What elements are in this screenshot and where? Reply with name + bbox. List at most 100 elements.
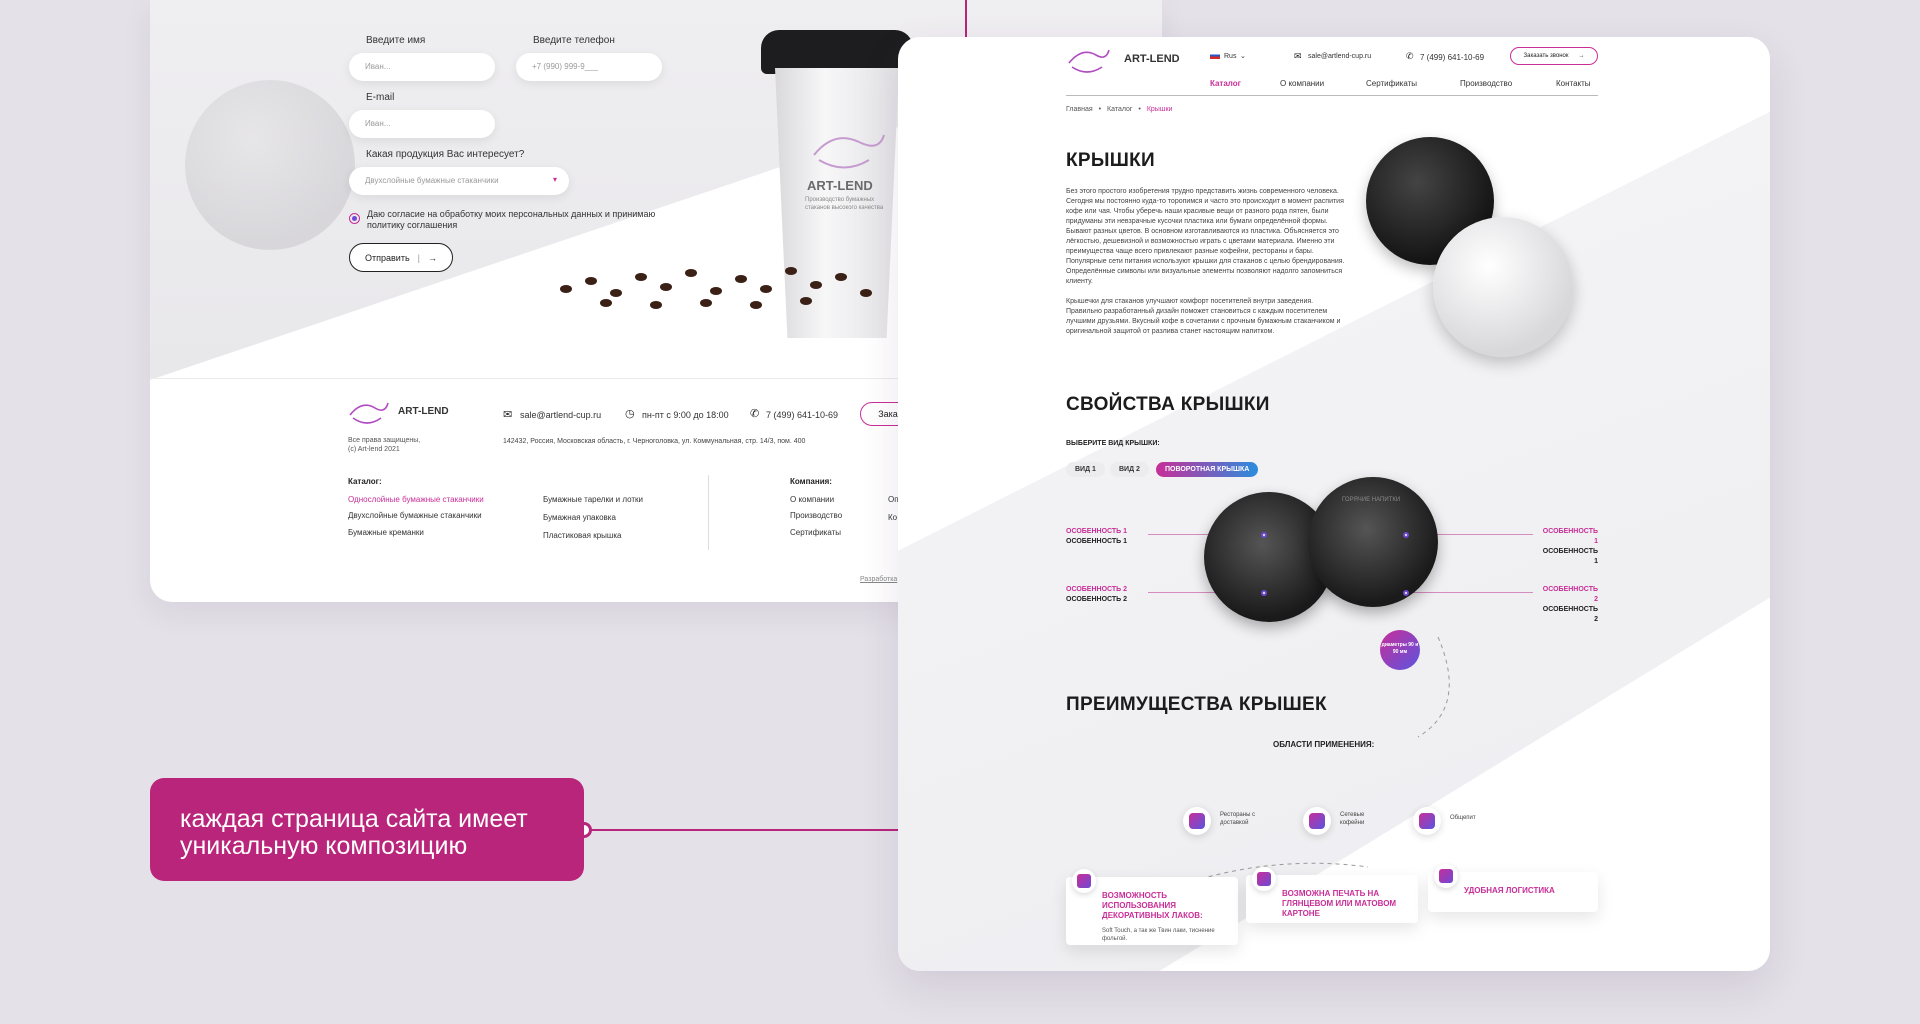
- coffee-beans-image: [490, 255, 910, 315]
- name-label: Введите имя: [366, 35, 426, 46]
- cup-lid: [761, 30, 913, 74]
- lid-text: ГОРЯЧИЕ НАПИТКИ: [1342, 497, 1401, 503]
- header-phone[interactable]: 7 (499) 641-10-69: [1420, 53, 1484, 62]
- breadcrumb-current: Крышки: [1146, 106, 1173, 113]
- header-email[interactable]: sale@artlend-cup.ru: [1308, 53, 1371, 60]
- breadcrumb: Главная • Каталог • Крышки: [1066, 106, 1172, 113]
- footer-brand: ART-LEND: [398, 406, 449, 417]
- catalog-link[interactable]: Двухслойные бумажные стаканчики: [348, 511, 482, 520]
- call-request-button[interactable]: Заказать звонок →: [1510, 47, 1598, 65]
- footer-divider-vertical: [708, 475, 709, 550]
- product-select-value: Двухслойные бумажные стаканчики: [365, 176, 499, 185]
- company-link[interactable]: О компании: [790, 495, 834, 504]
- tab-type-1[interactable]: ВИД 1: [1066, 462, 1105, 477]
- nav-production[interactable]: Производство: [1460, 79, 1512, 88]
- decorative-lid-image: [185, 80, 355, 250]
- breadcrumb-catalog[interactable]: Каталог: [1107, 106, 1132, 113]
- mail-icon: ✉: [503, 409, 513, 421]
- product-label: Какая продукция Вас интересует?: [366, 149, 525, 160]
- email-input[interactable]: Иван...: [349, 110, 495, 138]
- catalog-link[interactable]: Бумажная упаковка: [543, 513, 616, 522]
- nav-catalog[interactable]: Каталог: [1210, 79, 1241, 88]
- feature-title: ОСОБЕННОСТЬ 1: [1066, 528, 1128, 535]
- breadcrumb-home[interactable]: Главная: [1066, 106, 1093, 113]
- feature-dot: [1403, 590, 1409, 596]
- submit-label: Отправить: [365, 252, 410, 263]
- footer-address: 142432, Россия, Московская область, г. Ч…: [503, 438, 806, 445]
- feature-title: ОСОБЕННОСТЬ 1: [1542, 528, 1598, 545]
- catalog-link[interactable]: Пластиковая крышка: [543, 531, 621, 540]
- feature-title: ОСОБЕННОСТЬ 2: [1066, 586, 1128, 593]
- tab-type-2[interactable]: ВИД 2: [1110, 462, 1149, 477]
- catalog-link[interactable]: Бумажные тарелки и лотки: [543, 495, 643, 504]
- developer-link[interactable]: Разработка: [860, 576, 897, 583]
- properties-title: СВОЙСТВА КРЫШКИ: [1066, 394, 1270, 415]
- feature-dot: [1403, 532, 1409, 538]
- chevron-down-icon: ▾: [552, 175, 557, 184]
- company-link[interactable]: Производство: [790, 511, 842, 520]
- nav-certificates[interactable]: Сертификаты: [1366, 79, 1417, 88]
- phone-label: Введите телефон: [533, 35, 615, 46]
- logo-icon: [1068, 49, 1110, 73]
- cup-tagline: Производство бумажных стаканов высокого …: [805, 197, 884, 211]
- callout-caption: каждая страница сайта имеет уникальную к…: [150, 778, 584, 881]
- nav-contacts[interactable]: Контакты: [1556, 79, 1591, 88]
- advantage-title: ВОЗМОЖНА ПЕЧАТЬ НА ГЛЯНЦЕВОМ ИЛИ МАТОВОМ…: [1282, 889, 1397, 918]
- phone-icon: ✆: [750, 408, 760, 420]
- footer-rights: Все права защищены,: [348, 437, 421, 444]
- advantage-title: ВОЗМОЖНОСТЬ ИСПОЛЬЗОВАНИЯ ДЕКОРАТИВНЫХ Л…: [1102, 891, 1203, 920]
- advantage-card: ВОЗМОЖНА ПЕЧАТЬ НА ГЛЯНЦЕВОМ ИЛИ МАТОВОМ…: [1246, 867, 1418, 923]
- feature-title: ОСОБЕННОСТЬ 2: [1542, 586, 1598, 603]
- white-lid-image: [1433, 217, 1573, 357]
- catalog-link[interactable]: Однослойные бумажные стаканчики: [348, 495, 484, 504]
- company-link[interactable]: Сертификаты: [790, 528, 841, 537]
- arrow-right-icon: →: [1578, 53, 1585, 59]
- print-icon: [1252, 867, 1276, 891]
- feature-line: [1403, 592, 1533, 593]
- catalog-link[interactable]: Бумажные креманки: [348, 528, 424, 537]
- footer-copyright: (c) Art-lend 2021: [348, 446, 400, 453]
- feature-subtitle: ОСОБЕННОСТЬ 1: [1066, 538, 1128, 545]
- decorative-dashed-path: [1198, 636, 1450, 881]
- feature-subtitle: ОСОБЕННОСТЬ 1: [1542, 548, 1598, 565]
- clock-icon: ◷: [625, 408, 635, 420]
- consent-text: Даю согласие на обработку моих персональ…: [367, 209, 656, 230]
- nav-about[interactable]: О компании: [1280, 79, 1324, 88]
- feature-subtitle: ОСОБЕННОСТЬ 2: [1066, 596, 1128, 603]
- advantage-card: УДОБНАЯ ЛОГИСТИКА: [1428, 864, 1598, 912]
- logo-icon: [349, 402, 389, 424]
- cup-logo-icon: [813, 134, 885, 169]
- footer-email[interactable]: sale@artlend-cup.ru: [520, 410, 601, 420]
- lids-page-preview: ART-LEND Rus ⌄ ✉ sale@artlend-cup.ru ✆ 7…: [898, 37, 1770, 971]
- chevron-down-icon: ⌄: [1240, 53, 1246, 60]
- feature-left-1: ОСОБЕННОСТЬ 1 ОСОБЕННОСТЬ 1: [1066, 527, 1127, 547]
- advantage-card: ВОЗМОЖНОСТЬ ИСПОЛЬЗОВАНИЯ ДЕКОРАТИВНЫХ Л…: [1066, 869, 1238, 945]
- advantage-desc: Soft Touch, а так же Твин лаки, тиснение…: [1102, 928, 1215, 942]
- lacquer-icon: [1072, 869, 1096, 893]
- phone-input[interactable]: +7 (990) 999-9___: [516, 53, 662, 81]
- tab-rotating-lid[interactable]: ПОВОРОТНАЯ КРЫШКА: [1156, 462, 1259, 477]
- consent-radio[interactable]: [349, 213, 360, 224]
- arrow-right-icon: →: [427, 252, 437, 263]
- language-select[interactable]: Rus: [1224, 53, 1236, 60]
- company-link[interactable]: Ко: [888, 513, 897, 522]
- header-brand[interactable]: ART-LEND: [1124, 53, 1180, 65]
- footer-hours: пн-пт с 9:00 до 18:00: [642, 410, 729, 420]
- call-request-label: Заказать звонок: [1523, 53, 1569, 59]
- header-divider: [1066, 95, 1598, 96]
- phone-icon: ✆: [1406, 51, 1414, 61]
- footer-phone[interactable]: 7 (499) 641-10-69: [766, 410, 838, 420]
- company-link[interactable]: Оп: [888, 495, 899, 504]
- feature-subtitle: ОСОБЕННОСТЬ 2: [1542, 606, 1598, 623]
- submit-button[interactable]: Отправить | →: [349, 243, 453, 272]
- intro-paragraph-2: Крышечки для стаканов улучшают комфорт п…: [1066, 298, 1341, 335]
- name-input[interactable]: Иван...: [349, 53, 495, 81]
- cup-brand: ART-LEND: [807, 178, 873, 193]
- page-title: КРЫШКИ: [1066, 150, 1156, 171]
- feature-right-2: ОСОБЕННОСТЬ 2 ОСОБЕННОСТЬ 2: [1538, 585, 1598, 625]
- product-select[interactable]: Двухслойные бумажные стаканчики ▾: [349, 167, 569, 195]
- feature-dot: [1261, 590, 1267, 596]
- email-label: E-mail: [366, 92, 395, 103]
- flag-icon: [1210, 52, 1220, 59]
- logistics-icon: [1434, 864, 1458, 888]
